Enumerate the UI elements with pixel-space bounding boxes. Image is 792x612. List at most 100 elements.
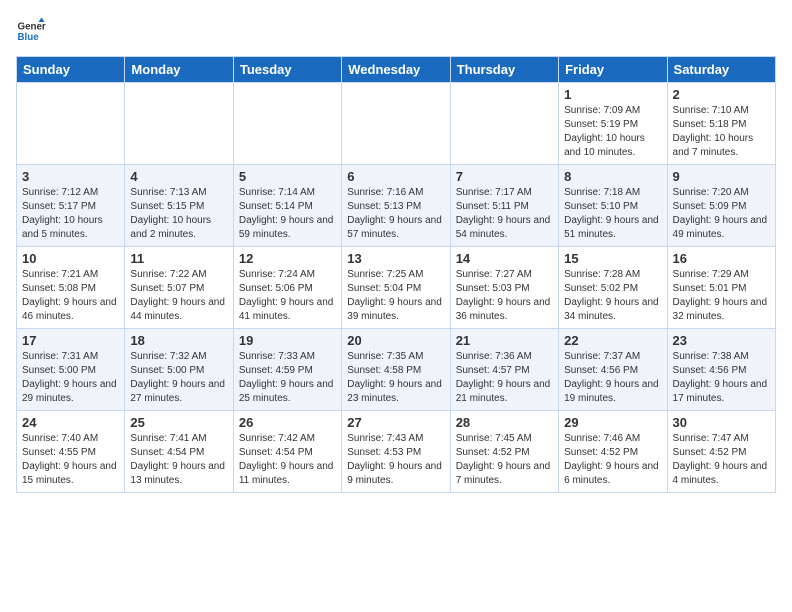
day-of-week-header: Friday <box>559 57 667 83</box>
day-number: 11 <box>130 251 227 266</box>
day-info: Sunrise: 7:47 AM Sunset: 4:52 PM Dayligh… <box>673 432 770 488</box>
day-number: 15 <box>564 251 661 266</box>
day-info: Sunrise: 7:27 AM Sunset: 5:03 PM Dayligh… <box>456 268 553 324</box>
day-number: 9 <box>673 169 770 184</box>
calendar-cell: 4Sunrise: 7:13 AM Sunset: 5:15 PM Daylig… <box>125 165 233 247</box>
calendar-cell: 23 Sunrise: 7:38 AM Sunset: 4:56 PM Dayli… <box>667 329 775 411</box>
calendar-cell: 7 Sunrise: 7:17 AM Sunset: 5:11 PM Daylig… <box>450 165 558 247</box>
calendar-cell <box>125 83 233 165</box>
day-number: 1 <box>564 87 661 102</box>
day-number: 6 <box>347 169 444 184</box>
day-info: Sunrise: 7:35 AM Sunset: 4:58 PM Dayligh… <box>347 350 444 406</box>
logo: General Blue <box>16 16 50 46</box>
svg-text:Blue: Blue <box>18 32 40 43</box>
calendar-week-row: 10 Sunrise: 7:21 AM Sunset: 5:08 PM Dayli… <box>17 247 776 329</box>
day-number: 29 <box>564 415 661 430</box>
calendar-week-row: 17 Sunrise: 7:31 AM Sunset: 5:00 PM Dayli… <box>17 329 776 411</box>
day-number: 22 <box>564 333 661 348</box>
header: General Blue <box>16 16 776 46</box>
day-number: 4 <box>130 169 227 184</box>
day-info: Sunrise: 7:41 AM Sunset: 4:54 PM Dayligh… <box>130 432 227 488</box>
calendar-cell: 10 Sunrise: 7:21 AM Sunset: 5:08 PM Dayli… <box>17 247 125 329</box>
day-info: Sunrise: 7:24 AM Sunset: 5:06 PM Dayligh… <box>239 268 336 324</box>
calendar-cell: 3Sunrise: 7:12 AM Sunset: 5:17 PM Daylig… <box>17 165 125 247</box>
calendar-cell: 20 Sunrise: 7:35 AM Sunset: 4:58 PM Dayli… <box>342 329 450 411</box>
day-info: Sunrise: 7:38 AM Sunset: 4:56 PM Dayligh… <box>673 350 770 406</box>
day-number: 20 <box>347 333 444 348</box>
day-number: 10 <box>22 251 119 266</box>
calendar-cell: 6 Sunrise: 7:16 AM Sunset: 5:13 PM Daylig… <box>342 165 450 247</box>
calendar-cell: 16Sunrise: 7:29 AM Sunset: 5:01 PM Dayli… <box>667 247 775 329</box>
calendar-cell: 15 Sunrise: 7:28 AM Sunset: 5:02 PM Dayli… <box>559 247 667 329</box>
day-info: Sunrise: 7:16 AM Sunset: 5:13 PM Dayligh… <box>347 186 444 242</box>
day-info: Sunrise: 7:33 AM Sunset: 4:59 PM Dayligh… <box>239 350 336 406</box>
day-info: Sunrise: 7:46 AM Sunset: 4:52 PM Dayligh… <box>564 432 661 488</box>
day-number: 19 <box>239 333 336 348</box>
day-number: 14 <box>456 251 553 266</box>
calendar-cell: 8 Sunrise: 7:18 AM Sunset: 5:10 PM Daylig… <box>559 165 667 247</box>
day-info: Sunrise: 7:18 AM Sunset: 5:10 PM Dayligh… <box>564 186 661 242</box>
svg-text:General: General <box>18 22 47 33</box>
calendar-cell: 12 Sunrise: 7:24 AM Sunset: 5:06 PM Dayli… <box>233 247 341 329</box>
calendar-week-row: 1 Sunrise: 7:09 AM Sunset: 5:19 PM Daylig… <box>17 83 776 165</box>
calendar-cell: 21Sunrise: 7:36 AM Sunset: 4:57 PM Dayli… <box>450 329 558 411</box>
day-of-week-header: Saturday <box>667 57 775 83</box>
day-of-week-header: Thursday <box>450 57 558 83</box>
calendar-cell: 2Sunrise: 7:10 AM Sunset: 5:18 PM Daylig… <box>667 83 775 165</box>
day-info: Sunrise: 7:28 AM Sunset: 5:02 PM Dayligh… <box>564 268 661 324</box>
day-number: 2 <box>673 87 770 102</box>
calendar-header-row: SundayMondayTuesdayWednesdayThursdayFrid… <box>17 57 776 83</box>
calendar-cell: 29 Sunrise: 7:46 AM Sunset: 4:52 PM Dayli… <box>559 411 667 493</box>
calendar-cell: 14 Sunrise: 7:27 AM Sunset: 5:03 PM Dayli… <box>450 247 558 329</box>
day-info: Sunrise: 7:17 AM Sunset: 5:11 PM Dayligh… <box>456 186 553 242</box>
logo-icon: General Blue <box>16 16 46 46</box>
calendar-cell: 28 Sunrise: 7:45 AM Sunset: 4:52 PM Dayli… <box>450 411 558 493</box>
day-of-week-header: Sunday <box>17 57 125 83</box>
day-info: Sunrise: 7:29 AM Sunset: 5:01 PM Dayligh… <box>673 268 770 324</box>
calendar-cell: 13 Sunrise: 7:25 AM Sunset: 5:04 PM Dayli… <box>342 247 450 329</box>
day-number: 18 <box>130 333 227 348</box>
calendar-cell: 22 Sunrise: 7:37 AM Sunset: 4:56 PM Dayli… <box>559 329 667 411</box>
day-of-week-header: Wednesday <box>342 57 450 83</box>
calendar-cell <box>342 83 450 165</box>
calendar-cell <box>17 83 125 165</box>
day-number: 13 <box>347 251 444 266</box>
day-number: 23 <box>673 333 770 348</box>
calendar-cell: 25Sunrise: 7:41 AM Sunset: 4:54 PM Dayli… <box>125 411 233 493</box>
day-number: 5 <box>239 169 336 184</box>
calendar-week-row: 24Sunrise: 7:40 AM Sunset: 4:55 PM Dayli… <box>17 411 776 493</box>
day-number: 8 <box>564 169 661 184</box>
day-info: Sunrise: 7:14 AM Sunset: 5:14 PM Dayligh… <box>239 186 336 242</box>
day-info: Sunrise: 7:25 AM Sunset: 5:04 PM Dayligh… <box>347 268 444 324</box>
calendar-cell: 1 Sunrise: 7:09 AM Sunset: 5:19 PM Daylig… <box>559 83 667 165</box>
day-of-week-header: Tuesday <box>233 57 341 83</box>
calendar-cell: 27 Sunrise: 7:43 AM Sunset: 4:53 PM Dayli… <box>342 411 450 493</box>
day-number: 27 <box>347 415 444 430</box>
day-number: 17 <box>22 333 119 348</box>
calendar-cell: 17 Sunrise: 7:31 AM Sunset: 5:00 PM Dayli… <box>17 329 125 411</box>
calendar-cell: 19 Sunrise: 7:33 AM Sunset: 4:59 PM Dayli… <box>233 329 341 411</box>
day-info: Sunrise: 7:43 AM Sunset: 4:53 PM Dayligh… <box>347 432 444 488</box>
day-info: Sunrise: 7:36 AM Sunset: 4:57 PM Dayligh… <box>456 350 553 406</box>
day-info: Sunrise: 7:45 AM Sunset: 4:52 PM Dayligh… <box>456 432 553 488</box>
calendar-cell: 24Sunrise: 7:40 AM Sunset: 4:55 PM Dayli… <box>17 411 125 493</box>
day-number: 12 <box>239 251 336 266</box>
day-number: 7 <box>456 169 553 184</box>
day-info: Sunrise: 7:42 AM Sunset: 4:54 PM Dayligh… <box>239 432 336 488</box>
calendar-cell: 30Sunrise: 7:47 AM Sunset: 4:52 PM Dayli… <box>667 411 775 493</box>
day-info: Sunrise: 7:37 AM Sunset: 4:56 PM Dayligh… <box>564 350 661 406</box>
calendar-cell: 11 Sunrise: 7:22 AM Sunset: 5:07 PM Dayli… <box>125 247 233 329</box>
day-info: Sunrise: 7:22 AM Sunset: 5:07 PM Dayligh… <box>130 268 227 324</box>
day-info: Sunrise: 7:40 AM Sunset: 4:55 PM Dayligh… <box>22 432 119 488</box>
calendar-week-row: 3Sunrise: 7:12 AM Sunset: 5:17 PM Daylig… <box>17 165 776 247</box>
calendar-cell: 18 Sunrise: 7:32 AM Sunset: 5:00 PM Dayli… <box>125 329 233 411</box>
day-number: 28 <box>456 415 553 430</box>
day-info: Sunrise: 7:32 AM Sunset: 5:00 PM Dayligh… <box>130 350 227 406</box>
day-info: Sunrise: 7:09 AM Sunset: 5:19 PM Dayligh… <box>564 104 661 160</box>
day-info: Sunrise: 7:31 AM Sunset: 5:00 PM Dayligh… <box>22 350 119 406</box>
day-info: Sunrise: 7:20 AM Sunset: 5:09 PM Dayligh… <box>673 186 770 242</box>
calendar-cell: 9 Sunrise: 7:20 AM Sunset: 5:09 PM Daylig… <box>667 165 775 247</box>
calendar-cell <box>233 83 341 165</box>
day-info: Sunrise: 7:12 AM Sunset: 5:17 PM Dayligh… <box>22 186 119 242</box>
day-info: Sunrise: 7:21 AM Sunset: 5:08 PM Dayligh… <box>22 268 119 324</box>
